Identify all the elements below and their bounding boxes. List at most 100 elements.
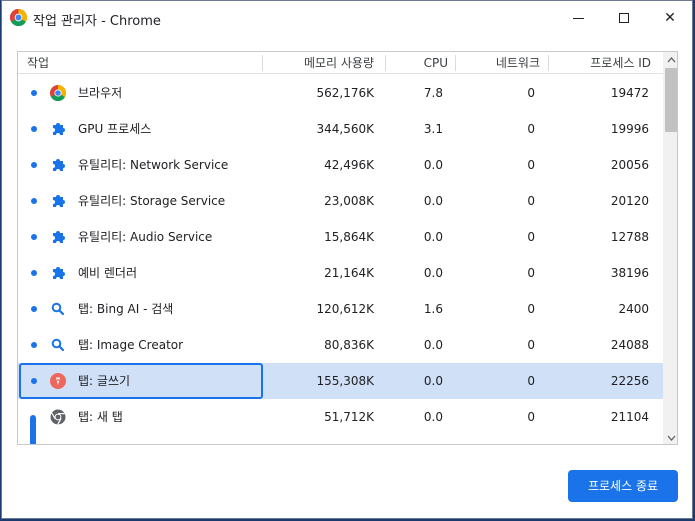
scroll-down-button[interactable] <box>663 430 677 444</box>
table-row[interactable]: 탭: Image Creator 80,836K 0.0 0 24088 <box>18 327 663 363</box>
status-dot <box>31 378 37 384</box>
table-body: 브라우저 562,176K 7.8 0 19472 GPU 프로세스 344,5… <box>18 75 663 444</box>
chrome-icon <box>50 85 66 101</box>
scrollbar-thumb[interactable] <box>665 68 677 132</box>
column-divider[interactable] <box>548 55 549 71</box>
network-value: 0 <box>527 266 535 280</box>
status-dot <box>31 90 37 96</box>
status-dot <box>31 270 37 276</box>
table-row[interactable]: 탭: Bing AI - 검색 120,612K 1.6 0 2400 <box>18 291 663 327</box>
memory-value: 23,008K <box>324 194 374 208</box>
column-network[interactable]: 네트워크 <box>496 52 540 74</box>
task-name: 예비 렌더러 <box>78 266 138 280</box>
task-name: 유틸리티: Network Service <box>78 158 229 172</box>
table-row[interactable]: 예비 렌더러 21,164K 0.0 0 38196 <box>18 255 663 291</box>
search-icon <box>51 338 65 352</box>
task-name: 유틸리티: Audio Service <box>78 230 213 244</box>
column-divider[interactable] <box>262 55 263 71</box>
table-row[interactable]: 브라우저 562,176K 7.8 0 19472 <box>18 75 663 111</box>
column-task[interactable]: 작업 <box>27 52 49 74</box>
table-header: 작업 메모리 사용량 CPU 네트워크 프로세스 ID <box>18 52 663 74</box>
status-dot <box>31 126 37 132</box>
puzzle-icon <box>53 195 65 207</box>
puzzle-icon <box>53 231 65 243</box>
status-dot <box>31 306 37 312</box>
network-value: 0 <box>527 86 535 100</box>
cpu-value: 1.6 <box>423 302 443 316</box>
status-dot <box>31 162 37 168</box>
pid-value: 12788 <box>610 230 649 244</box>
column-divider[interactable] <box>385 55 386 71</box>
puzzle-icon <box>53 267 65 279</box>
task-name: 유틸리티: Storage Service <box>78 194 226 208</box>
column-cpu[interactable]: CPU <box>424 52 448 74</box>
network-value: 0 <box>527 158 535 172</box>
memory-value: 155,308K <box>316 374 375 388</box>
cpu-value: 0.0 <box>423 410 443 424</box>
column-memory[interactable]: 메모리 사용량 <box>304 52 374 74</box>
title-bar[interactable]: 작업 관리자 - Chrome ✕ <box>2 1 692 35</box>
memory-value: 21,164K <box>324 266 374 280</box>
end-process-button[interactable]: 프로세스 종료 <box>568 470 678 502</box>
close-button[interactable]: ✕ <box>647 1 693 35</box>
pid-value: 19996 <box>610 122 649 136</box>
memory-value: 15,864K <box>324 230 374 244</box>
table-row[interactable]: GPU 프로세스 344,560K 3.1 0 19996 <box>18 111 663 147</box>
task-name: 탭: 글쓰기 <box>78 374 131 388</box>
process-table: 작업 메모리 사용량 CPU 네트워크 프로세스 ID 브라우저 562,176… <box>17 51 678 445</box>
pid-value: 38196 <box>610 266 649 280</box>
close-icon: ✕ <box>664 10 676 26</box>
task-manager-window: 작업 관리자 - Chrome ✕ 작업 메모리 사용량 CPU 네트워크 프로… <box>1 0 693 519</box>
table-row[interactable]: 유틸리티: Storage Service 23,008K 0.0 0 2012… <box>18 183 663 219</box>
network-value: 0 <box>527 230 535 244</box>
memory-value: 120,612K <box>316 302 375 316</box>
pid-value: 20120 <box>610 194 649 208</box>
maximize-icon <box>619 13 629 23</box>
memory-value: 562,176K <box>316 86 375 100</box>
cpu-value: 3.1 <box>423 122 443 136</box>
status-dot <box>31 342 37 348</box>
cpu-value: 0.0 <box>423 266 443 280</box>
status-dot <box>31 198 37 204</box>
network-value: 0 <box>527 194 535 208</box>
puzzle-icon <box>53 159 65 171</box>
task-name: 브라우저 <box>78 86 123 100</box>
network-value: 0 <box>527 410 535 424</box>
memory-value: 42,496K <box>324 158 374 172</box>
minimize-icon <box>572 17 584 19</box>
table-row[interactable]: 유틸리티: Audio Service 15,864K 0.0 0 12788 <box>18 219 663 255</box>
table-row-selected[interactable]: 탭: 글쓰기 155,308K 0.0 0 22256 <box>18 363 663 399</box>
memory-value: 80,836K <box>324 338 374 352</box>
maximize-button[interactable] <box>601 1 647 35</box>
pid-value: 21104 <box>610 410 649 424</box>
cpu-value: 7.8 <box>423 86 443 100</box>
memory-value: 344,560K <box>316 122 375 136</box>
chrome-icon <box>10 9 27 26</box>
table-row[interactable]: 유틸리티: Network Service 42,496K 0.0 0 2005… <box>18 147 663 183</box>
column-pid[interactable]: 프로세스 ID <box>590 52 651 74</box>
column-divider[interactable] <box>455 55 456 71</box>
cpu-value: 0.0 <box>423 374 443 388</box>
memory-value: 51,712K <box>324 410 374 424</box>
scroll-up-button[interactable] <box>663 52 677 68</box>
table-row[interactable]: 탭: 새 탭 51,712K 0.0 0 21104 <box>18 399 663 444</box>
chevron-down-icon <box>667 435 675 441</box>
cpu-value: 0.0 <box>423 158 443 172</box>
chrome-mono-icon <box>50 409 66 425</box>
window-title: 작업 관리자 - Chrome <box>33 14 161 29</box>
cpu-value: 0.0 <box>423 338 443 352</box>
task-name: GPU 프로세스 <box>78 122 152 136</box>
network-value: 0 <box>527 374 535 388</box>
pen-app-icon <box>50 373 66 389</box>
task-name: 탭: Image Creator <box>78 338 184 352</box>
vertical-scrollbar[interactable] <box>663 52 677 444</box>
cpu-value: 0.0 <box>423 194 443 208</box>
pid-value: 24088 <box>610 338 649 352</box>
network-value: 0 <box>527 338 535 352</box>
puzzle-icon <box>53 123 65 135</box>
group-bracket <box>30 415 36 444</box>
network-value: 0 <box>527 302 535 316</box>
minimize-button[interactable] <box>555 1 601 35</box>
task-name: 탭: 새 탭 <box>78 410 123 424</box>
network-value: 0 <box>527 122 535 136</box>
